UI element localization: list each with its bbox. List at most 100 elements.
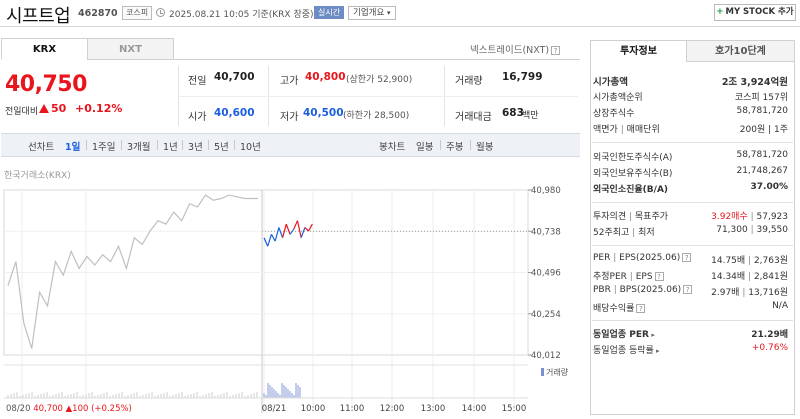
nxt-trade-label: 넥스트레이드(NXT) bbox=[470, 45, 550, 56]
target-label: 목표주가 bbox=[634, 212, 669, 222]
dividend-label: 배당수익률 bbox=[593, 304, 635, 314]
help-icon[interactable]: ? bbox=[683, 285, 693, 294]
clock-icon bbox=[156, 8, 165, 17]
period-divider bbox=[470, 140, 471, 150]
per-value: 14.75배 bbox=[711, 256, 746, 266]
amount-value: 683 bbox=[502, 107, 524, 119]
sector-per-value: 21.29배 bbox=[751, 330, 788, 340]
period-3m[interactable]: 3개월 bbox=[127, 139, 151, 153]
period-divider bbox=[121, 140, 122, 150]
y-tick-label: 40,012 bbox=[531, 351, 561, 361]
market-cap-value: 2조 3,924억원 bbox=[721, 77, 788, 88]
w52-row: 52주최고 | 최저 71,300 | 39,550 bbox=[593, 225, 788, 238]
amount-label: 거래대금 bbox=[455, 112, 492, 123]
lot-label: 매매단위 bbox=[626, 125, 660, 135]
add-mystock-label: MY STOCK 추가 bbox=[725, 7, 794, 17]
sector-change-value: +0.76% bbox=[751, 343, 788, 353]
w52-high-value: 71,300 bbox=[716, 225, 748, 235]
help-icon[interactable]: ? bbox=[654, 272, 664, 281]
bps-value: 13,716원 bbox=[748, 288, 788, 298]
sector-per-row[interactable]: 동일업종 PER ▸ 21.29배 bbox=[593, 327, 792, 341]
par-lot-row: 액면가 | 매매단위 200원 | 1주 bbox=[593, 122, 792, 136]
price-change: 50 bbox=[51, 102, 67, 115]
price-chart[interactable]: 40,980 40,738 40,496 40,254 40,012 거래량 08/21 10… bbox=[0, 180, 580, 419]
add-mystock-button[interactable]: + MY STOCK 추가 bbox=[714, 4, 796, 21]
candle-chart-label: 봉차트 bbox=[379, 142, 406, 153]
est-eps-value: 2,841원 bbox=[753, 272, 788, 282]
panel-divider bbox=[592, 202, 793, 203]
foreign-limit-value: 58,781,720 bbox=[736, 150, 788, 160]
w52-high-label: 52주최고 bbox=[593, 228, 630, 238]
period-3y[interactable]: 3년 bbox=[188, 139, 203, 153]
x-tick-label: 12:00 bbox=[380, 404, 405, 414]
x-tick-label: 08/21 bbox=[262, 404, 287, 414]
help-icon[interactable]: ? bbox=[551, 46, 561, 55]
sector-change-row[interactable]: 동일업종 등락률 ▸ +0.76% bbox=[593, 343, 792, 357]
volume-legend-label: 거래량 bbox=[546, 367, 569, 377]
w52-low-label: 최저 bbox=[638, 228, 655, 238]
quote-datetime: 2025.08.21 10:05 기준(KRX 장중) bbox=[169, 10, 314, 20]
prev-day-summary: 08/20 40,700 ▲100 (+0.25%) bbox=[6, 404, 132, 414]
tab-nxt[interactable]: NXT bbox=[87, 38, 174, 60]
foreign-limit-label: 외국인한도주식수(A) bbox=[593, 153, 673, 163]
volume-value: 16,799 bbox=[502, 71, 543, 83]
par-lot-value: 200원 | 1주 bbox=[739, 125, 788, 135]
high-value: 40,800 bbox=[305, 71, 346, 83]
foreign-hold-label: 외국인보유주식수(B) bbox=[593, 169, 673, 179]
period-1y[interactable]: 1년 bbox=[163, 139, 178, 153]
prev-day-date: 08/20 bbox=[6, 404, 33, 414]
lower-limit: (하한가 28,500) bbox=[343, 111, 410, 121]
period-1w[interactable]: 1주일 bbox=[92, 139, 116, 153]
sector-change-label: 동일업종 등락률 bbox=[593, 346, 654, 356]
low-label: 저가 bbox=[280, 112, 299, 123]
eps-label: EPS(2025.06) bbox=[619, 253, 681, 263]
foreign-ratio-value: 37.00% bbox=[750, 182, 789, 192]
pbr-value: 2.97배 bbox=[711, 288, 740, 298]
x-tick-label: 14:00 bbox=[462, 404, 487, 414]
listed-shares-row: 상장주식수 58,781,720 bbox=[593, 106, 792, 120]
market-cap-rank-value: 코스피 157위 bbox=[734, 93, 788, 103]
prev-day-price: 40,700 ▲100 (+0.25%) bbox=[33, 404, 132, 414]
per-label: PER bbox=[593, 253, 611, 263]
foreign-ratio-label: 외국인소진율(B/A) bbox=[593, 185, 669, 195]
high-label: 고가 bbox=[280, 76, 299, 87]
candle-day[interactable]: 일봉 bbox=[416, 139, 433, 153]
market-badge: 코스피 bbox=[122, 6, 153, 20]
chevron-down-icon: ▾ bbox=[386, 9, 391, 17]
help-icon[interactable]: ? bbox=[682, 253, 692, 262]
period-5y[interactable]: 5년 bbox=[214, 139, 229, 153]
tab-krx[interactable]: KRX bbox=[1, 38, 88, 60]
x-tick-label: 10:00 bbox=[301, 404, 326, 414]
realtime-badge[interactable]: 실시간 bbox=[314, 6, 345, 19]
est-per-label: 추정PER bbox=[593, 272, 627, 282]
current-price: 40,750 bbox=[5, 72, 87, 97]
chevron-right-icon: ▸ bbox=[653, 347, 660, 355]
period-10y[interactable]: 10년 bbox=[240, 139, 261, 153]
tab-orderbook[interactable]: 호가10단계 bbox=[686, 40, 795, 62]
tab-investment-info[interactable]: 투자정보 bbox=[590, 40, 687, 62]
market-cap-rank-label: 시가총액순위 bbox=[593, 93, 643, 103]
foreign-hold-value: 21,748,267 bbox=[736, 166, 788, 176]
line-chart-label: 선차트 bbox=[28, 142, 55, 153]
x-tick-label: 15:00 bbox=[502, 404, 527, 414]
listed-shares-label: 상장주식수 bbox=[593, 109, 635, 119]
prev-close-label: 전일 bbox=[188, 76, 207, 87]
header-divider bbox=[0, 26, 800, 27]
x-tick-label: 11:00 bbox=[340, 404, 365, 414]
nxt-trade-link[interactable]: 넥스트레이드(NXT)? bbox=[470, 42, 561, 56]
foreign-hold-row: 외국인보유주식수(B) 21,748,267 bbox=[593, 166, 792, 180]
upper-limit: (상한가 52,900) bbox=[346, 75, 413, 85]
listed-shares-value: 58,781,720 bbox=[736, 106, 788, 116]
y-tick-label: 40,496 bbox=[531, 269, 561, 279]
period-1d[interactable]: 1일 bbox=[65, 139, 80, 153]
company-overview-dropdown[interactable]: 기업개요 ▾ bbox=[348, 6, 396, 20]
x-tick-label: 13:00 bbox=[421, 404, 446, 414]
tab-divider bbox=[174, 59, 580, 60]
candle-month[interactable]: 월봉 bbox=[476, 139, 493, 153]
stock-code: 462870 bbox=[78, 8, 118, 19]
est-eps-label: EPS bbox=[635, 272, 653, 282]
volume-label: 거래량 bbox=[455, 76, 483, 87]
candle-week[interactable]: 주봉 bbox=[446, 139, 463, 153]
help-icon[interactable]: ? bbox=[636, 304, 646, 313]
low-value: 40,500 bbox=[303, 107, 344, 119]
